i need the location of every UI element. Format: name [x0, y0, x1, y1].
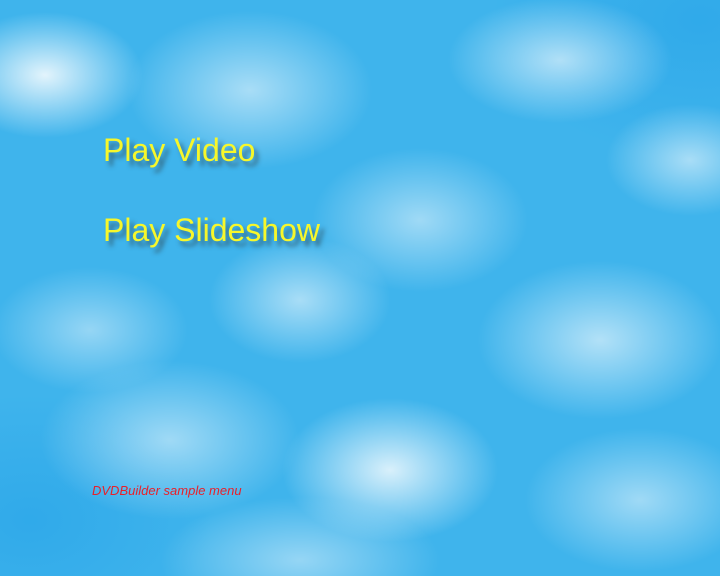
- menu-caption: DVDBuilder sample menu: [92, 483, 242, 498]
- dvd-menu-screen: Play Video Play Slideshow DVDBuilder sam…: [0, 0, 720, 576]
- play-video-button[interactable]: Play Video: [103, 132, 255, 168]
- play-slideshow-button[interactable]: Play Slideshow: [103, 212, 320, 248]
